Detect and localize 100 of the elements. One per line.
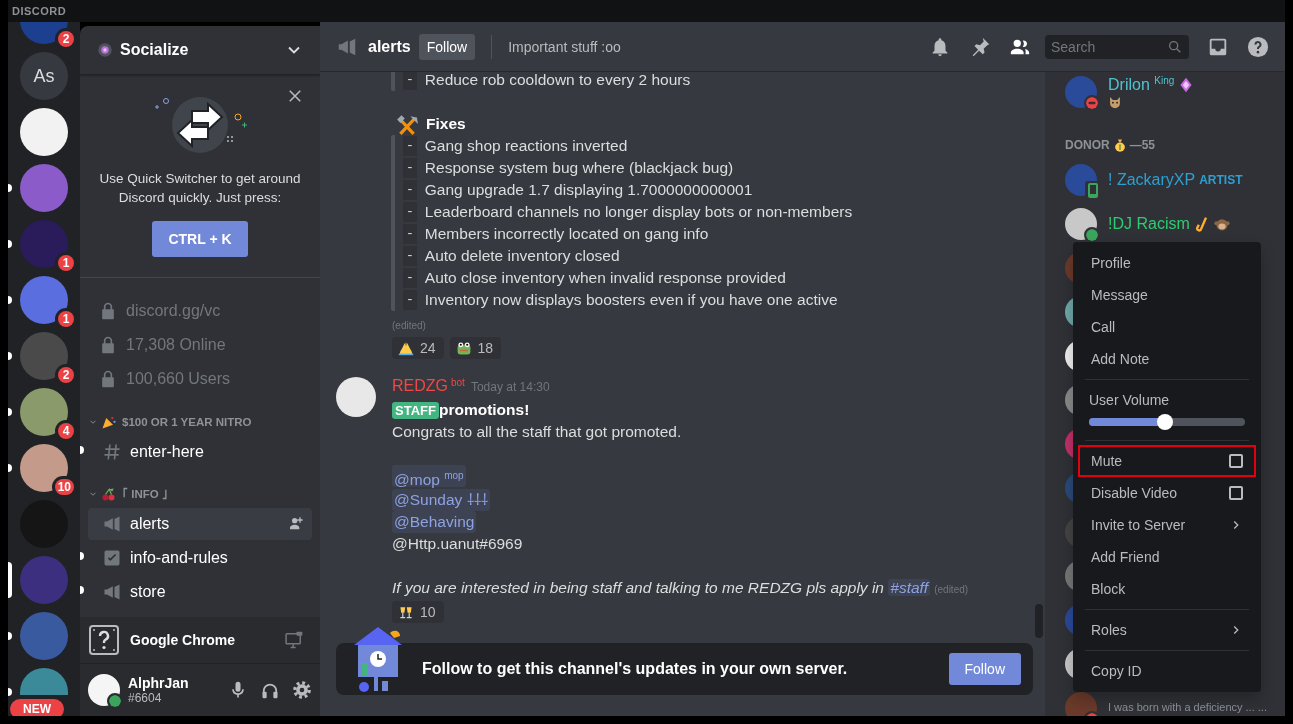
- user-mention[interactable]: @Behaving: [392, 511, 477, 534]
- follow-banner-text: Follow to get this channel's updates in your own server.: [422, 660, 849, 678]
- scrollbar-thumb[interactable]: [1035, 604, 1043, 638]
- checkbox[interactable]: [1229, 486, 1243, 500]
- frog-emoji-icon: [455, 340, 472, 356]
- member-avatar[interactable]: [1065, 208, 1097, 240]
- checkbox-channel-icon: [102, 548, 122, 568]
- app-title: DISCORD: [12, 5, 67, 17]
- mention-badge: 10: [54, 479, 74, 495]
- screen-share-icon[interactable]: [284, 630, 304, 650]
- cat-emoji-icon: [1108, 94, 1122, 109]
- edited-label: (edited): [392, 319, 427, 333]
- party-popper-emoji-icon: [101, 414, 116, 430]
- menu-item[interactable]: Add Note: [1081, 343, 1253, 375]
- server-boost-icon: [96, 41, 114, 59]
- list-item-text: Auto close inventory when invalid response provided: [424, 269, 786, 287]
- megaphone-icon: [102, 582, 122, 602]
- unknown-game-icon: [88, 624, 120, 656]
- member-avatar[interactable]: [1065, 76, 1097, 108]
- activity-name: Google Chrome: [130, 632, 236, 648]
- help-icon[interactable]: [1247, 35, 1269, 58]
- menu-item[interactable]: Copy ID: [1081, 655, 1253, 687]
- channel-item[interactable]: enter-here: [88, 436, 312, 468]
- list-dash: -: [403, 268, 417, 288]
- section-heading: Fixes: [426, 115, 466, 133]
- channel-item[interactable]: store: [88, 576, 312, 608]
- monkey-emoji-icon: [1213, 216, 1230, 232]
- menu-item[interactable]: Block: [1081, 573, 1253, 605]
- menu-item[interactable]: Profile: [1081, 247, 1253, 279]
- megaphone-icon: [102, 514, 122, 534]
- money-bag-emoji-icon: [1112, 138, 1127, 152]
- mention-badge: 4: [58, 423, 74, 439]
- channel-link[interactable]: #staff: [888, 579, 931, 597]
- search-field[interactable]: Search: [1045, 34, 1189, 59]
- user-avatar[interactable]: [336, 377, 376, 417]
- list-item-text: Gang upgrade 1.7 displaying 1.7000000000001: [424, 181, 753, 199]
- list-item-text: Inventory now displays boosters even if you have one active: [424, 291, 838, 309]
- hash-icon: [102, 442, 122, 462]
- server-info-text: 100,660 Users: [126, 370, 231, 388]
- username: AlphrJan: [128, 675, 190, 691]
- follow-button[interactable]: Follow: [418, 33, 476, 60]
- list-dash: -: [403, 224, 417, 244]
- list-dash: -: [403, 202, 417, 222]
- server-button[interactable]: As: [20, 52, 68, 100]
- channel-topic: Important stuff :oo: [508, 38, 622, 55]
- list-dash: -: [403, 136, 417, 156]
- slider-label: User Volume: [1089, 392, 1171, 408]
- search-icon: [1167, 38, 1183, 55]
- server-icon[interactable]: [20, 108, 68, 156]
- menu-checkbox-item[interactable]: Mute: [1078, 445, 1256, 477]
- slider-thumb[interactable]: [1157, 414, 1174, 430]
- menu-item[interactable]: Add Friend: [1081, 541, 1253, 573]
- mention-badge: 2: [58, 31, 74, 47]
- list-item-text: Response system bug where (blackjack bug): [424, 159, 734, 177]
- quick-switcher-hint: Use Quick Switcher to get around Discord quickly. Just press:: [98, 170, 302, 207]
- message-text: Congrats to all the staff that got promoted.: [392, 422, 683, 442]
- list-dash: -: [403, 158, 417, 178]
- settings-icon[interactable]: [292, 680, 312, 700]
- mention-badge: 1: [58, 311, 74, 327]
- member-status-text: I was born with a deficiency ... ...: [1108, 701, 1267, 713]
- list-item-text: Reduce rob cooldown to every 2 hours: [424, 72, 691, 89]
- mention-badge: 1: [58, 255, 74, 271]
- reaction-button[interactable]: 18: [449, 337, 502, 359]
- category-name: ｢ INFO ｣: [122, 488, 168, 500]
- reaction-button[interactable]: 10: [392, 601, 444, 624]
- channel-item[interactable]: alerts: [88, 508, 312, 540]
- close-button[interactable]: [286, 87, 304, 105]
- reaction-button[interactable]: 24: [392, 337, 444, 359]
- list-dash: -: [403, 290, 417, 310]
- new-badge: NEW: [10, 699, 64, 716]
- user-mention[interactable]: @Sunday ⸸⸸⸸: [392, 489, 490, 512]
- user-mention[interactable]: @mop $^{mop}$: [392, 465, 466, 487]
- channel-name: alerts: [368, 37, 411, 56]
- menu-item[interactable]: Invite to Server: [1081, 509, 1253, 541]
- menu-checkbox-item[interactable]: Disable Video: [1081, 477, 1253, 509]
- list-dash: -: [403, 246, 417, 266]
- cherries-emoji-icon: [101, 486, 116, 502]
- list-item-text: Members incorrectly located on gang info: [424, 225, 709, 243]
- menu-item[interactable]: Call: [1081, 311, 1253, 343]
- checkbox[interactable]: [1229, 454, 1243, 468]
- list-dash: -: [403, 72, 417, 90]
- server-info-text: discord.gg/vc: [126, 302, 221, 320]
- menu-item[interactable]: Roles: [1081, 614, 1253, 646]
- list-item-text: Leaderboard channels no longer display bots or non-members: [424, 203, 853, 221]
- bot-tag: bot: [451, 377, 465, 388]
- member-name[interactable]: !DJ Racism: [1108, 215, 1190, 233]
- channel-item[interactable]: info-and-rules: [88, 542, 312, 574]
- server-info-text: 17,308 Online: [126, 336, 226, 354]
- role-tag: STAFF: [392, 401, 439, 419]
- list-dash: -: [403, 180, 417, 200]
- list-item-text: Gang shop reactions inverted: [424, 137, 628, 155]
- message-text: If you are interested in being staff and talking to me REDZG pls apply in #staff: [392, 578, 931, 599]
- mention-badge: 2: [58, 367, 74, 383]
- category-name: $100 OR 1 YEAR NITRO: [122, 416, 252, 428]
- member-name[interactable]: ! ZackaryXP: [1108, 171, 1196, 189]
- tools-emoji-icon: [396, 113, 418, 135]
- menu-item[interactable]: Message: [1081, 279, 1253, 311]
- user-tag: #6604: [128, 691, 220, 705]
- close-icon: [286, 87, 304, 105]
- member-name[interactable]: Drilon $^{King}$: [1108, 75, 1175, 95]
